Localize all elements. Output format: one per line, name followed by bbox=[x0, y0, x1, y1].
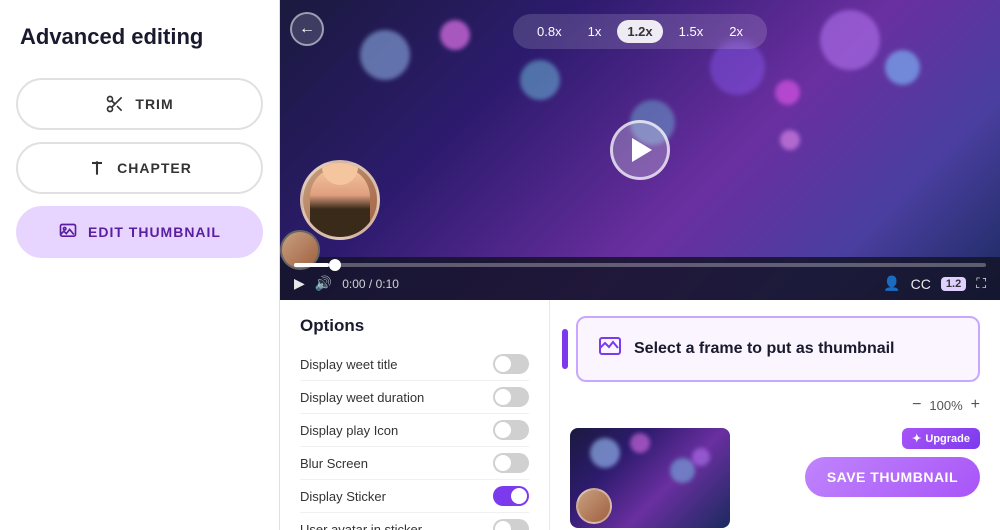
option-row-1: Display weet duration bbox=[300, 381, 529, 414]
trim-label: TRIM bbox=[135, 96, 173, 112]
select-frame-text: Select a frame to put as thumbnail bbox=[634, 340, 895, 358]
text-icon bbox=[87, 158, 107, 178]
option-row-0: Display weet title bbox=[300, 348, 529, 381]
toggle-display-weet-title[interactable] bbox=[493, 354, 529, 374]
avatar-head bbox=[322, 160, 358, 185]
user-icon[interactable]: 👤 bbox=[883, 275, 900, 292]
upgrade-label: Upgrade bbox=[925, 433, 970, 445]
frame-icon bbox=[598, 334, 622, 364]
play-icon bbox=[632, 138, 652, 162]
speed-0.8x[interactable]: 0.8x bbox=[527, 20, 572, 43]
select-frame-box: Select a frame to put as thumbnail bbox=[576, 316, 980, 382]
edit-thumbnail-button[interactable]: EDIT THUMBNAIL bbox=[16, 206, 263, 258]
option-row-3: Blur Screen bbox=[300, 447, 529, 480]
thumbnail-preview-area: ✦ Upgrade SAVE THUMBNAIL bbox=[570, 428, 980, 528]
thumbnail-icon bbox=[598, 334, 622, 358]
speed-controls: 0.8x 1x 1.2x 1.5x 2x bbox=[513, 14, 767, 49]
speed-2x[interactable]: 2x bbox=[719, 20, 753, 43]
scissors-icon bbox=[105, 94, 125, 114]
option-label-4: Display Sticker bbox=[300, 489, 386, 504]
toggle-display-weet-duration[interactable] bbox=[493, 387, 529, 407]
volume-icon[interactable]: 🔊 bbox=[315, 275, 332, 292]
thumbnail-panel: Select a frame to put as thumbnail − 100… bbox=[550, 300, 1000, 530]
avatar-body bbox=[310, 167, 370, 237]
speed-1x[interactable]: 1x bbox=[578, 20, 612, 43]
main-content: ← 0.8x 1x 1.2x 1.5x 2x bbox=[280, 0, 1000, 530]
fullscreen-icon[interactable]: ⛶ bbox=[976, 275, 986, 292]
upgrade-icon: ✦ bbox=[912, 432, 921, 445]
play-pause-icon[interactable]: ▶ bbox=[294, 275, 305, 292]
sidebar: Advanced editing TRIM CHAPTER EDIT THUMB… bbox=[0, 0, 280, 530]
back-icon: ← bbox=[299, 20, 315, 38]
option-label-3: Blur Screen bbox=[300, 456, 368, 471]
toggle-display-sticker[interactable] bbox=[493, 486, 529, 506]
controls-row: ▶ 🔊 0:00 / 0:10 👤 CC 1.2 ⛶ bbox=[294, 275, 986, 292]
options-title: Options bbox=[300, 316, 529, 336]
trim-button[interactable]: TRIM bbox=[16, 78, 263, 130]
options-panel: Options Display weet title Display weet … bbox=[280, 300, 550, 530]
progress-fill bbox=[294, 263, 329, 267]
video-controls: ▶ 🔊 0:00 / 0:10 👤 CC 1.2 ⛶ bbox=[280, 257, 1000, 300]
save-area: ✦ Upgrade SAVE THUMBNAIL bbox=[744, 428, 980, 501]
option-label-1: Display weet duration bbox=[300, 390, 424, 405]
option-label-0: Display weet title bbox=[300, 357, 398, 372]
option-label-5: User avatar in sticker bbox=[300, 522, 422, 530]
progress-bar[interactable] bbox=[294, 263, 986, 267]
quality-badge[interactable]: 1.2 bbox=[941, 277, 966, 291]
save-thumbnail-button[interactable]: SAVE THUMBNAIL bbox=[805, 457, 980, 497]
chapter-button[interactable]: CHAPTER bbox=[16, 142, 263, 194]
zoom-row: − 100% + bbox=[570, 396, 980, 414]
toggle-user-avatar[interactable] bbox=[493, 519, 529, 530]
back-button[interactable]: ← bbox=[290, 12, 324, 46]
chapter-label: CHAPTER bbox=[117, 160, 192, 176]
thumbnail-avatar bbox=[576, 488, 612, 524]
speed-1.5x[interactable]: 1.5x bbox=[669, 20, 714, 43]
zoom-out-icon[interactable]: − bbox=[912, 396, 921, 414]
thumbnail-preview bbox=[570, 428, 730, 528]
cc-icon[interactable]: CC bbox=[911, 276, 931, 292]
speed-1.2x[interactable]: 1.2x bbox=[617, 20, 662, 43]
time-display: 0:00 / 0:10 bbox=[342, 277, 399, 291]
frame-selector-indicator bbox=[562, 329, 568, 369]
option-row-5: User avatar in sticker bbox=[300, 513, 529, 530]
bottom-panel: Options Display weet title Display weet … bbox=[280, 300, 1000, 530]
option-row-2: Display play Icon bbox=[300, 414, 529, 447]
play-button[interactable] bbox=[610, 120, 670, 180]
zoom-in-icon[interactable]: + bbox=[971, 396, 980, 414]
edit-thumbnail-label: EDIT THUMBNAIL bbox=[88, 224, 221, 240]
presenter-avatar bbox=[300, 160, 380, 240]
progress-thumb bbox=[329, 259, 341, 271]
image-edit-icon bbox=[58, 222, 78, 242]
toggle-blur-screen[interactable] bbox=[493, 453, 529, 473]
upgrade-badge[interactable]: ✦ Upgrade bbox=[902, 428, 980, 449]
sidebar-title: Advanced editing bbox=[16, 24, 263, 50]
option-label-2: Display play Icon bbox=[300, 423, 398, 438]
toggle-display-play-icon[interactable] bbox=[493, 420, 529, 440]
option-row-4: Display Sticker bbox=[300, 480, 529, 513]
video-area: ← 0.8x 1x 1.2x 1.5x 2x bbox=[280, 0, 1000, 300]
zoom-level: 100% bbox=[929, 398, 962, 413]
